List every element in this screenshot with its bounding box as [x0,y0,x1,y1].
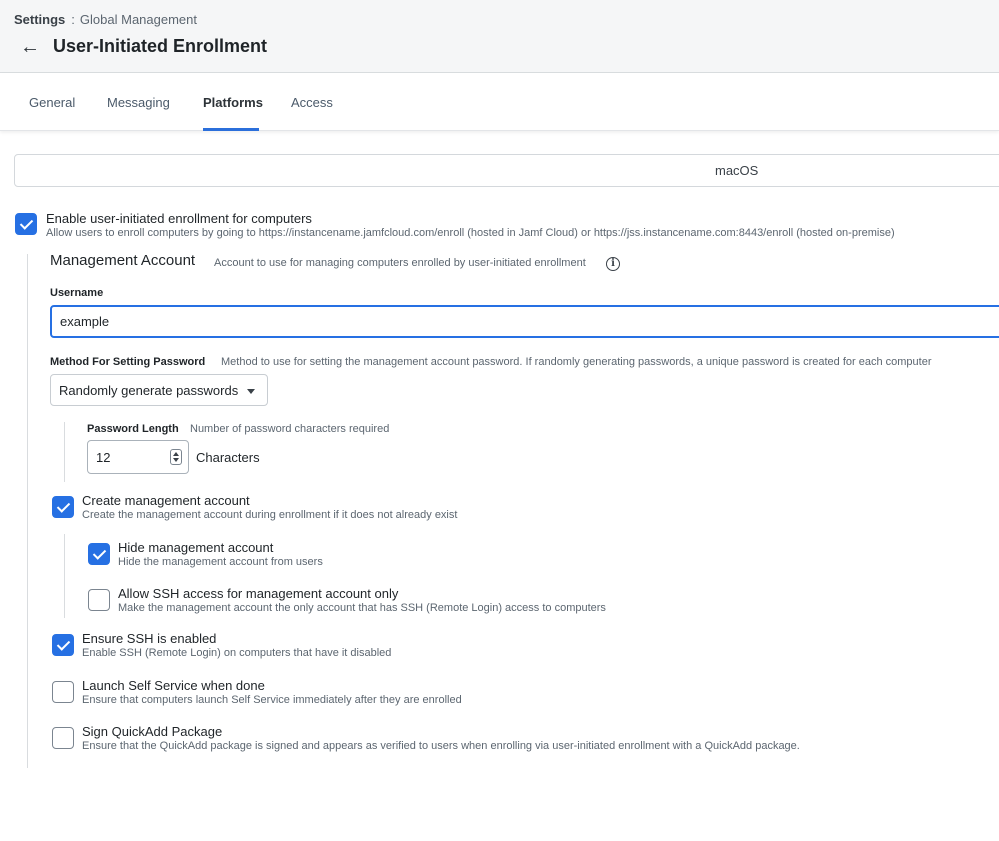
breadcrumb: Settings: Global Management [14,12,197,27]
ssh-only-description: Make the management account the only acc… [118,602,606,614]
password-method-description: Method to use for setting the management… [221,356,932,368]
password-length-description: Number of password characters required [190,423,390,435]
ssh-only-checkbox[interactable] [88,589,110,611]
launch-self-service-label: Launch Self Service when done [82,678,265,693]
hide-account-checkbox[interactable] [88,543,110,565]
launch-self-service-description: Ensure that computers launch Self Servic… [82,694,462,706]
stepper-arrows-icon[interactable] [170,449,182,465]
chevron-down-icon [247,389,255,394]
section-indent-line [27,254,28,768]
password-method-label: Method For Setting Password [50,356,206,368]
hide-account-label: Hide management account [118,540,274,555]
create-account-indent-line [64,534,65,618]
platform-macos-label[interactable]: macOS [715,163,758,178]
ensure-ssh-label: Ensure SSH is enabled [82,631,217,646]
password-method-select[interactable]: Randomly generate passwords [50,374,268,406]
sign-quickadd-description: Ensure that the QuickAdd package is sign… [82,740,800,752]
enable-enrollment-label: Enable user-initiated enrollment for com… [46,211,312,226]
sign-quickadd-checkbox[interactable] [52,727,74,749]
ssh-only-label: Allow SSH access for management account … [118,586,399,601]
password-length-indent-line [64,422,65,482]
platform-selector[interactable] [14,154,999,187]
back-arrow-icon[interactable]: ← [20,34,42,60]
username-input[interactable] [50,305,999,338]
breadcrumb-separator: : [71,12,75,27]
tab-bar: General Messaging Platforms Access [0,73,999,131]
breadcrumb-root[interactable]: Settings [14,12,65,27]
username-label: Username [50,287,104,299]
sign-quickadd-label: Sign QuickAdd Package [82,724,223,739]
page-header: Settings: Global Management ← User-Initia… [0,0,999,73]
create-account-checkbox[interactable] [52,496,74,518]
breadcrumb-current: Global Management [79,12,197,27]
tab-messaging[interactable]: Messaging [107,95,170,110]
tab-access[interactable]: Access [291,95,333,110]
launch-self-service-checkbox[interactable] [52,681,74,703]
tab-general[interactable]: General [29,95,75,110]
password-length-stepper[interactable]: 12 [87,440,189,474]
ensure-ssh-description: Enable SSH (Remote Login) on computers t… [82,647,392,659]
create-account-label: Create management account [82,493,250,508]
create-account-description: Create the management account during enr… [82,509,458,521]
password-method-selected: Randomly generate passwords [59,383,239,398]
password-length-unit: Characters [196,450,260,465]
ensure-ssh-checkbox[interactable] [52,634,74,656]
tab-platforms[interactable]: Platforms [203,95,263,110]
enable-enrollment-checkbox[interactable] [15,213,37,235]
enable-enrollment-description: Allow users to enroll computers by going… [46,227,895,239]
password-length-label: Password Length [87,423,179,435]
hide-account-description: Hide the management account from users [118,556,323,568]
password-length-value[interactable]: 12 [96,450,110,465]
management-account-description: Account to use for managing computers en… [214,257,586,269]
management-account-title: Management Account [50,252,196,269]
page-title: User-Initiated Enrollment [53,36,268,56]
info-icon[interactable]: i [606,257,620,271]
active-tab-indicator [203,128,259,131]
